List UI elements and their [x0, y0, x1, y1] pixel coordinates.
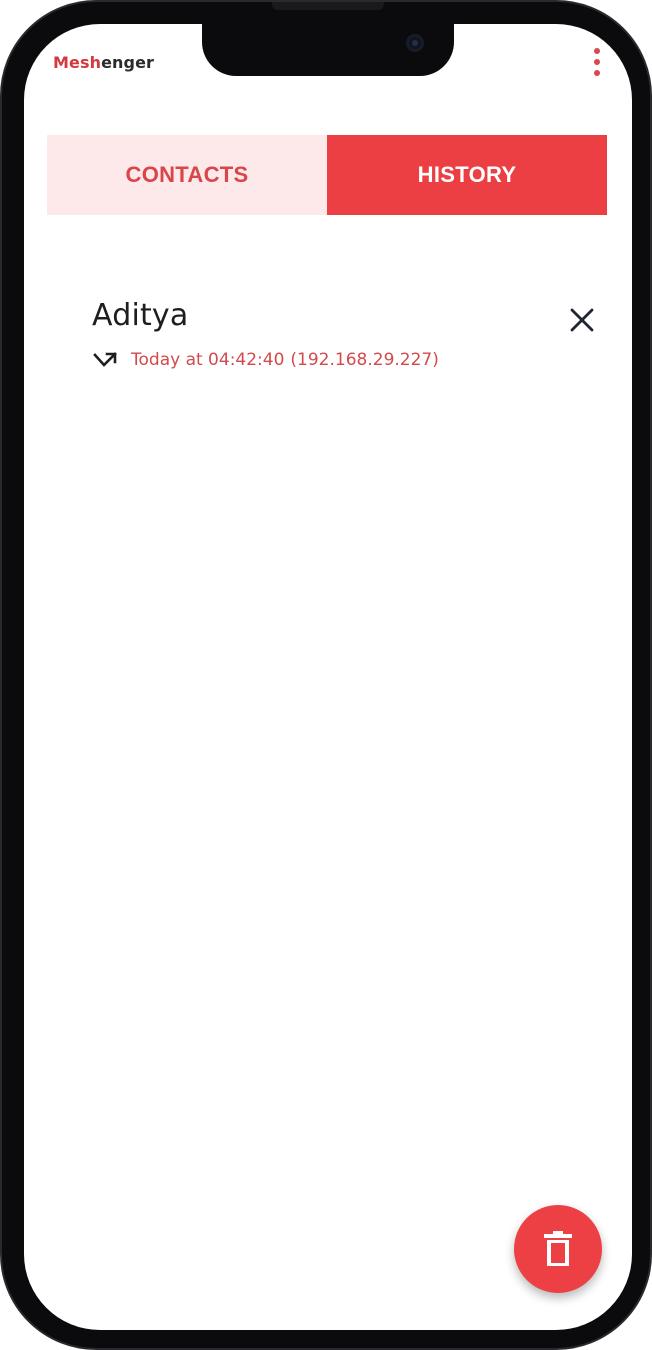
call-missed-icon [93, 352, 117, 367]
tab-contacts[interactable]: CONTACTS [47, 135, 327, 215]
clear-history-button[interactable] [514, 1205, 602, 1293]
history-item[interactable]: Aditya Today at 04:42:40 (192.168.29.227) [24, 286, 632, 386]
history-item-address: (192.168.29.227) [290, 350, 439, 370]
screen: Meshenger CONTACTS HISTORY Aditya Today … [24, 24, 632, 1330]
menu-dot [594, 70, 600, 76]
menu-dot [594, 48, 600, 54]
more-vertical-icon[interactable] [588, 46, 606, 80]
app-title-part-mesh: Mesh [53, 53, 102, 72]
app-title: Meshenger [53, 53, 154, 72]
tab-bar: CONTACTS HISTORY [47, 135, 607, 215]
phone-notch [202, 24, 454, 76]
phone-frame: Meshenger CONTACTS HISTORY Aditya Today … [0, 0, 652, 1350]
history-item-meta: Today at 04:42:40 (192.168.29.227) [131, 350, 439, 370]
camera-icon [406, 34, 424, 52]
phone-top-button [272, 2, 384, 10]
trash-icon [544, 1231, 572, 1266]
history-item-name: Aditya [92, 298, 189, 333]
app-title-part-enger: enger [101, 53, 155, 72]
menu-dot [594, 59, 600, 65]
close-icon[interactable] [568, 306, 596, 334]
history-item-time: Today at 04:42:40 [131, 350, 285, 370]
tab-history[interactable]: HISTORY [327, 135, 607, 215]
